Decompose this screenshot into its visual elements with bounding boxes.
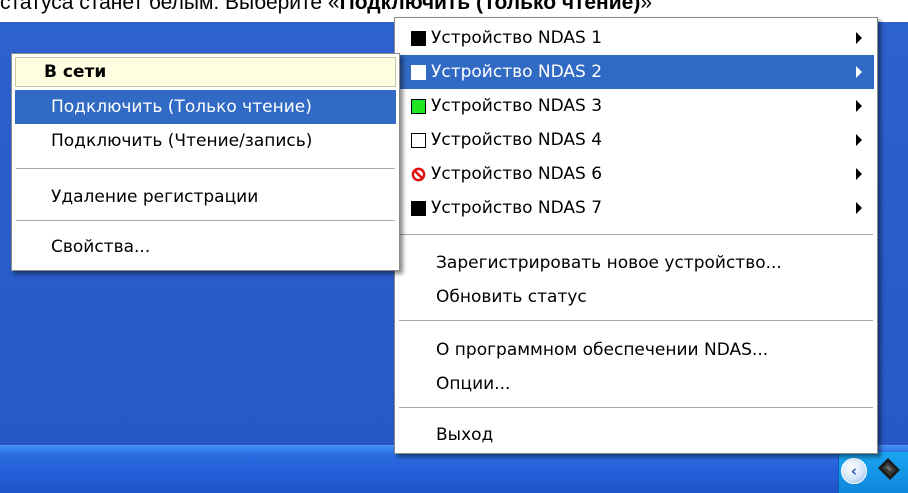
menu-item-device-4[interactable]: Устройство NDAS 4 [398,123,874,157]
caption-prefix: статуса станет белым. Выберите « [0,0,340,14]
menu-item-label: Устройство NDAS 6 [431,164,603,184]
menu-item-connect-readonly[interactable]: Подключить (Только чтение) [15,90,396,124]
menu-item-device-6[interactable]: Устройство NDAS 6 [398,157,874,191]
menu-item-label: Устройство NDAS 7 [431,198,603,218]
submenu-arrow-icon [856,66,862,78]
menu-item-options[interactable]: Опции... [398,367,874,401]
status-black-icon [411,30,426,46]
menu-item-label: Свойства... [51,237,151,257]
menu-item-label: Подключить (Только чтение) [51,97,312,117]
menu-item-register[interactable]: Зарегистрировать новое устройство... [398,246,874,280]
submenu-arrow-icon [856,32,862,44]
menu-item-device-2[interactable]: Устройство NDAS 2 [398,55,874,89]
status-black-icon [411,200,426,216]
submenu-arrow-icon [856,168,862,180]
caption-suffix: » [640,0,653,14]
caption-text: статуса станет белым. Выберите «Подключи… [0,0,652,15]
menu-separator [16,220,395,221]
menu-item-unregister[interactable]: Удаление регистрации [15,180,396,214]
menu-separator [399,234,873,235]
menu-separator [399,320,873,321]
status-white-icon [411,132,426,148]
menu-item-label: О программном обеспечении NDAS... [436,340,769,360]
menu-item-label: Обновить статус [436,287,587,307]
status-forbidden-icon [411,167,426,181]
menu-item-exit[interactable]: Выход [398,418,874,452]
menu-item-label: Удаление регистрации [51,187,259,207]
caption-bold: Подключить (Только чтение) [339,0,641,14]
ndas-context-menu: Устройство NDAS 1 Устройство NDAS 2 Устр… [394,17,878,454]
menu-item-label: Зарегистрировать новое устройство... [436,253,782,273]
menu-item-device-7[interactable]: Устройство NDAS 7 [398,191,874,225]
menu-item-label: Устройство NDAS 1 [431,28,603,48]
menu-item-properties[interactable]: Свойства... [15,230,396,264]
submenu-arrow-icon [856,100,862,112]
menu-item-label: Подключить (Чтение/запись) [51,131,313,151]
ndas-device-icon[interactable] [874,454,904,484]
status-white-icon [411,64,426,80]
device-submenu: В сети Подключить (Только чтение) Подклю… [11,53,400,271]
menu-item-label: Устройство NDAS 2 [431,62,603,82]
submenu-arrow-icon [856,202,862,214]
menu-item-label: Устройство NDAS 4 [431,130,603,150]
menu-separator [399,407,873,408]
menu-item-about[interactable]: О программном обеспечении NDAS... [398,333,874,367]
submenu-header: В сети [15,57,396,87]
submenu-header-label: В сети [44,62,107,82]
menu-item-device-1[interactable]: Устройство NDAS 1 [398,21,874,55]
submenu-arrow-icon [856,134,862,146]
menu-item-label: Устройство NDAS 3 [431,96,603,116]
chevron-left-icon[interactable]: ‹ [841,458,867,484]
menu-item-device-3[interactable]: Устройство NDAS 3 [398,89,874,123]
menu-item-label: Опции... [436,374,511,394]
menu-item-connect-readwrite[interactable]: Подключить (Чтение/запись) [15,124,396,158]
menu-item-refresh[interactable]: Обновить статус [398,280,874,314]
menu-separator [16,168,395,169]
status-green-icon [411,98,426,114]
menu-item-label: Выход [436,425,494,445]
